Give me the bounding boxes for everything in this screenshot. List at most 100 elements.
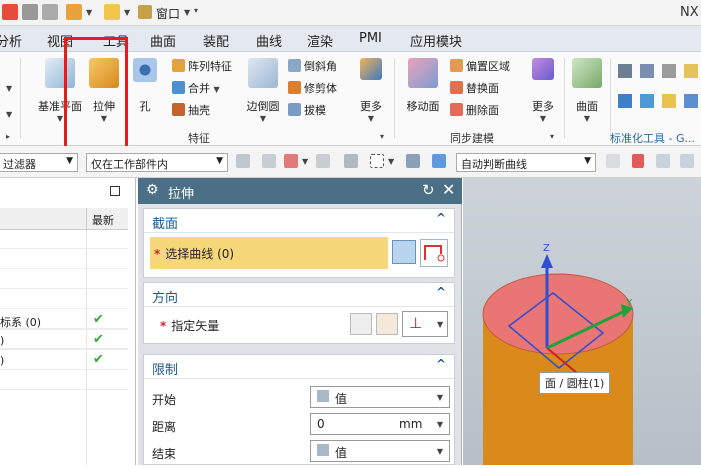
curve-rule-select[interactable]: 自动判断曲线 ▼ — [456, 153, 596, 172]
menu-render[interactable]: 渲染 — [307, 31, 333, 50]
chevron-down-icon[interactable]: ▼ — [184, 8, 190, 17]
chevron-down-icon[interactable]: ▼ — [302, 157, 308, 166]
limits-header[interactable]: 限制 ^ — [144, 355, 454, 379]
tree-row[interactable]: ) ✔ — [0, 351, 128, 370]
chevron-down-icon[interactable]: ▼ — [6, 84, 12, 93]
section-header[interactable]: 截面 ^ — [144, 209, 454, 233]
latest-column-header[interactable]: 最新 — [92, 212, 114, 228]
chevron-down-icon[interactable]: ▼ — [6, 110, 12, 119]
tree-row[interactable] — [0, 250, 128, 269]
more-sync-button[interactable]: 更多 ▼ — [526, 58, 560, 123]
menu-app-modules[interactable]: 应用模块 — [410, 31, 462, 50]
more-icon[interactable]: ▾ — [194, 6, 198, 15]
surface-button[interactable]: 曲面 ▼ — [568, 58, 606, 123]
sketch-section-icon[interactable] — [392, 240, 416, 264]
trim-body-icon — [288, 81, 301, 94]
vector-dialog-icon[interactable] — [376, 313, 398, 335]
box-icon[interactable] — [406, 154, 420, 168]
chevron-up-icon[interactable]: ^ — [436, 285, 446, 299]
curve-select-icon[interactable] — [420, 239, 448, 267]
delete-face-label: 删除面 — [466, 104, 499, 117]
chamfer-button[interactable]: 倒斜角 — [288, 58, 337, 74]
hole-button[interactable]: 孔 — [130, 58, 160, 114]
tool-icon[interactable] — [662, 94, 676, 108]
move-face-button[interactable]: 移动面 — [402, 58, 444, 114]
selection-icon[interactable] — [284, 154, 298, 168]
vector-type-select[interactable]: ⊥ ▼ — [402, 311, 448, 337]
chevron-down-icon[interactable]: ▼ — [86, 8, 92, 17]
maximize-icon[interactable] — [110, 186, 120, 196]
type-filter-value: 过滤器 — [3, 158, 36, 171]
reverse-direction-icon[interactable] — [350, 313, 372, 335]
cylinder-model[interactable] — [463, 178, 701, 468]
menu-surface[interactable]: 曲面 — [150, 31, 176, 50]
type-filter-select[interactable]: 过滤器 ▼ — [0, 153, 78, 172]
reset-icon[interactable]: ↻ — [422, 181, 435, 199]
snap-icon[interactable] — [316, 154, 330, 168]
chevron-down-icon[interactable]: ▼ — [388, 157, 394, 166]
end-type-select[interactable]: 值 ▼ — [310, 440, 450, 462]
chevron-up-icon[interactable]: ^ — [436, 211, 446, 225]
window-menu[interactable]: 窗口 — [156, 5, 180, 22]
unite-label: 合并 — [188, 82, 210, 95]
tool-icon[interactable] — [606, 154, 620, 168]
select-curve-label: * 选择曲线 (0) — [154, 247, 235, 261]
close-icon[interactable]: ✕ — [442, 180, 455, 199]
select-curve-field[interactable]: * 选择曲线 (0) — [150, 237, 388, 269]
edge-blend-button[interactable]: 边倒圆 ▼ — [242, 58, 284, 123]
point-icon[interactable] — [618, 64, 632, 78]
feature-icon[interactable] — [66, 4, 82, 20]
tree-row-csys[interactable]: 标系 (0) ✔ — [0, 311, 128, 330]
group-expand-icon[interactable]: ▾ — [550, 132, 554, 141]
settings-icon[interactable] — [236, 154, 250, 168]
list-icon[interactable] — [662, 64, 676, 78]
distance-input[interactable]: 0 mm ▼ — [310, 413, 450, 435]
start-type-select[interactable]: 值 ▼ — [310, 386, 450, 408]
menu-curve[interactable]: 曲线 — [256, 31, 282, 50]
tool-icon[interactable] — [684, 94, 698, 108]
tree-row[interactable]: ) ✔ — [0, 331, 128, 350]
delete-face-button[interactable]: 删除面 — [450, 102, 499, 118]
arrow-icon[interactable] — [656, 154, 670, 168]
tree-row[interactable] — [0, 230, 128, 249]
paste-icon[interactable] — [42, 4, 58, 20]
box-select-icon[interactable] — [370, 154, 384, 168]
replace-face-button[interactable]: 替换面 — [450, 80, 499, 96]
grid-icon[interactable] — [680, 154, 694, 168]
direction-group: 方向 ^ * 指定矢量 ⊥ ▼ — [143, 282, 455, 344]
menu-assembly[interactable]: 装配 — [203, 31, 229, 50]
chevron-right-icon[interactable]: ▸ — [6, 132, 10, 141]
direction-header[interactable]: 方向 ^ — [144, 283, 454, 307]
undo-icon[interactable] — [2, 4, 18, 20]
chevron-up-icon[interactable]: ^ — [436, 357, 446, 371]
copy-icon[interactable] — [22, 4, 38, 20]
gear-icon[interactable]: ⚙ — [146, 182, 159, 198]
trim-body-button[interactable]: 修剪体 — [288, 80, 337, 96]
scope-select[interactable]: 仅在工作部件内 ▼ — [86, 153, 228, 172]
menu-analysis[interactable]: 分析 — [0, 31, 22, 50]
chevron-down-icon: ▼ — [539, 114, 547, 123]
std-tools-group-label[interactable]: 标准化工具 - G... — [610, 130, 695, 146]
draft-button[interactable]: 拔模 — [288, 102, 326, 118]
offset-region-button[interactable]: 偏置区域 — [450, 58, 510, 74]
pattern-feature-button[interactable]: 阵列特征 — [172, 58, 232, 74]
cube-icon[interactable] — [432, 154, 446, 168]
more-features-button[interactable]: 更多 ▼ — [354, 58, 388, 123]
brush-icon[interactable] — [104, 4, 120, 20]
tool-icon[interactable] — [640, 94, 654, 108]
group-expand-icon[interactable]: ▾ — [380, 132, 384, 141]
tree-row[interactable] — [0, 270, 128, 289]
stop-icon[interactable] — [632, 154, 644, 168]
snap-icon[interactable] — [262, 154, 276, 168]
tree-row[interactable] — [0, 371, 128, 390]
snap-icon[interactable] — [344, 154, 358, 168]
layers-icon[interactable] — [640, 64, 654, 78]
chevron-down-icon[interactable]: ▼ — [124, 8, 130, 17]
tree-row[interactable] — [0, 290, 128, 309]
unite-button[interactable]: 合并 ▼ — [172, 80, 220, 96]
doc-icon[interactable] — [684, 64, 698, 78]
tool-icon[interactable] — [618, 94, 632, 108]
shell-button[interactable]: 抽壳 — [172, 102, 210, 118]
menu-pmi[interactable]: PMI — [359, 31, 382, 46]
graphics-viewport[interactable]: Z Y 面 / 圆柱(1) — [463, 178, 701, 468]
